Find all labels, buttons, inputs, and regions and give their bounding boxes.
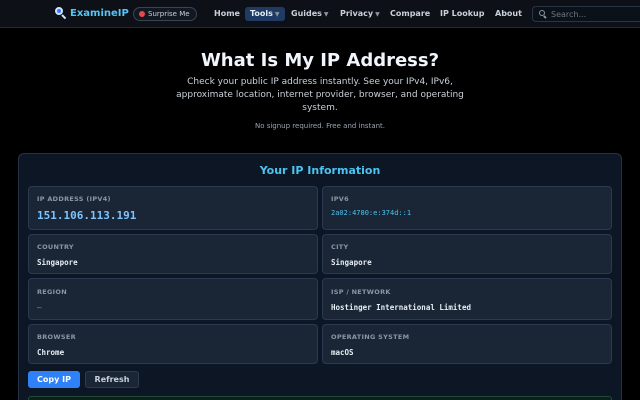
copy-ip-button[interactable]: Copy IP <box>28 371 80 388</box>
card-label: ISP / NETWORK <box>331 288 391 296</box>
surprise-me-button[interactable]: Surprise Me <box>133 7 197 21</box>
card-label: COUNTRY <box>37 243 74 251</box>
search-input[interactable] <box>551 9 631 19</box>
card-label: BROWSER <box>37 333 76 341</box>
panel-title: Your IP Information <box>259 164 381 177</box>
browser-value: Chrome <box>37 348 65 357</box>
chevron-down-icon: ▼ <box>274 11 280 18</box>
nav-label: Privacy <box>340 9 374 18</box>
os-value: macOS <box>331 348 354 357</box>
nav-item-ip-lookup[interactable]: IP Lookup <box>440 7 484 21</box>
nav-label: Tools <box>250 9 273 18</box>
nav-label: Compare <box>390 9 431 18</box>
nav-label: Home <box>214 9 240 18</box>
city-value: Singapore <box>331 258 372 267</box>
nav-item-privacy[interactable]: Privacy ▼ <box>340 7 380 21</box>
refresh-button[interactable]: Refresh <box>85 371 139 388</box>
nav-item-tools[interactable]: Tools ▼ <box>245 7 285 21</box>
nav-label: About <box>495 9 522 18</box>
surprise-icon <box>139 11 145 17</box>
ipv4-value: 151.106.113.191 <box>37 209 137 222</box>
os-card: OPERATING SYSTEM macOS <box>322 324 612 364</box>
country-card: COUNTRY Singapore <box>28 234 318 274</box>
brand-name: ExamineIP <box>70 7 129 19</box>
ipv4-card: IP ADDRESS (IPV4) 151.106.113.191 <box>28 186 318 230</box>
region-value: — <box>37 303 42 312</box>
magnifier-icon <box>55 7 67 20</box>
nav-item-about[interactable]: About <box>495 7 522 21</box>
chevron-down-icon: ▼ <box>375 11 380 18</box>
ipv6-card: IPV6 2a02:4780:e:374d::1 <box>322 186 612 230</box>
page-description: Check your public IP address instantly. … <box>176 77 464 113</box>
city-card: CITY Singapore <box>322 234 612 274</box>
top-navbar: ExamineIP Surprise Me Home Tools ▼ Guides… <box>0 0 640 28</box>
next-section-edge <box>28 396 612 400</box>
chevron-down-icon: ▼ <box>323 11 329 18</box>
nav-item-home[interactable]: Home <box>214 7 240 21</box>
page-note: No signup required. Free and instant. <box>254 122 386 130</box>
page-title: What Is My IP Address? <box>200 50 440 71</box>
nav-item-compare[interactable]: Compare <box>390 7 430 21</box>
brand-logo[interactable]: ExamineIP <box>55 7 129 20</box>
card-label: CITY <box>331 243 349 251</box>
search-box[interactable] <box>532 6 640 22</box>
card-label: REGION <box>37 288 67 296</box>
isp-value: Hostinger International Limited <box>331 303 471 312</box>
surprise-label: Surprise Me <box>148 10 190 18</box>
nav-label: Guides <box>291 9 322 18</box>
card-label: IP ADDRESS (IPV4) <box>37 195 111 203</box>
isp-card: ISP / NETWORK Hostinger International Li… <box>322 278 612 320</box>
card-label: OPERATING SYSTEM <box>331 333 410 341</box>
search-icon <box>539 10 547 19</box>
country-value: Singapore <box>37 258 78 267</box>
card-label: IPV6 <box>331 195 349 203</box>
ipv6-value: 2a02:4780:e:374d::1 <box>331 209 412 217</box>
nav-item-guides[interactable]: Guides ▼ <box>291 7 329 21</box>
browser-card: BROWSER Chrome <box>28 324 318 364</box>
region-card: REGION — <box>28 278 318 320</box>
nav-label: IP Lookup <box>440 9 485 18</box>
